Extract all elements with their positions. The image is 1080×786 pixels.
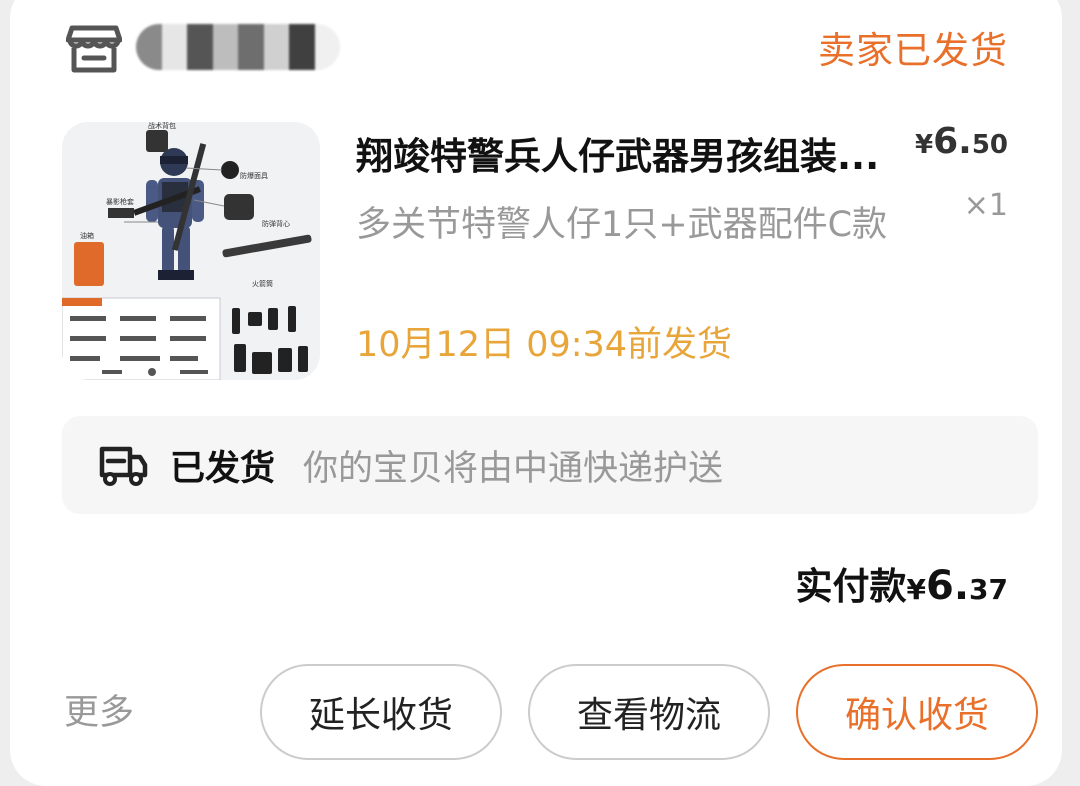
total-integer: 6. (926, 563, 970, 609)
store-icon[interactable] (65, 24, 123, 74)
logistics-bar[interactable]: 已发货 你的宝贝将由中通快递护送 (62, 416, 1038, 514)
total-decimal: 37 (969, 573, 1008, 606)
ship-deadline: 10月12日 09:34前发货 (356, 325, 733, 365)
product-image[interactable]: 战术背包 防爆面具 防弹背心 暴影枪套 油箱 火箭筒 (62, 122, 320, 380)
logistics-status: 已发货 (170, 448, 276, 489)
blur-block (212, 24, 238, 70)
product-title[interactable]: 翔竣特警兵人仔武器男孩组装... (356, 134, 926, 180)
view-logistics-button[interactable]: 查看物流 (528, 664, 770, 760)
svg-text:战术背包: 战术背包 (148, 122, 176, 130)
price-symbol: ¥ (914, 130, 934, 160)
blur-block (238, 24, 264, 70)
blur-block (161, 24, 187, 70)
svg-text:暴影枪套: 暴影枪套 (106, 197, 134, 206)
shop-name-blurred[interactable] (136, 24, 340, 70)
price-decimal: 50 (971, 130, 1008, 160)
product-price: ¥6.50 (915, 120, 1008, 170)
extend-receipt-button[interactable]: 延长收货 (260, 664, 502, 760)
svg-text:火箭筒: 火箭筒 (252, 279, 273, 288)
total-symbol: ¥ (906, 573, 926, 606)
total-label: 实付款 (795, 565, 907, 608)
product-quantity: ×1 (963, 188, 1008, 223)
blur-block (314, 24, 340, 70)
order-card[interactable]: 卖家已发货 战术背包 防爆面具 防弹背心 暴影枪套 油箱 火箭筒 翔竣特警兵人仔… (10, 0, 1062, 786)
blur-block (187, 24, 213, 70)
product-spec: 多关节特警人仔1只+武器配件C款 (356, 205, 888, 245)
confirm-receipt-button[interactable]: 确认收货 (796, 664, 1038, 760)
price-integer: 6. (933, 121, 972, 162)
blur-block (263, 24, 289, 70)
more-link[interactable]: 更多 (64, 690, 134, 736)
svg-text:防弹背心: 防弹背心 (262, 219, 290, 228)
svg-text:油箱: 油箱 (80, 231, 94, 240)
order-status: 卖家已发货 (818, 29, 1008, 72)
blur-block (289, 24, 315, 70)
total-paid: 实付款¥6.37 (796, 558, 1008, 622)
truck-icon (99, 446, 148, 486)
blur-block (136, 24, 162, 70)
svg-text:防爆面具: 防爆面具 (240, 171, 268, 180)
logistics-description: 你的宝贝将由中通快递护送 (303, 448, 724, 489)
